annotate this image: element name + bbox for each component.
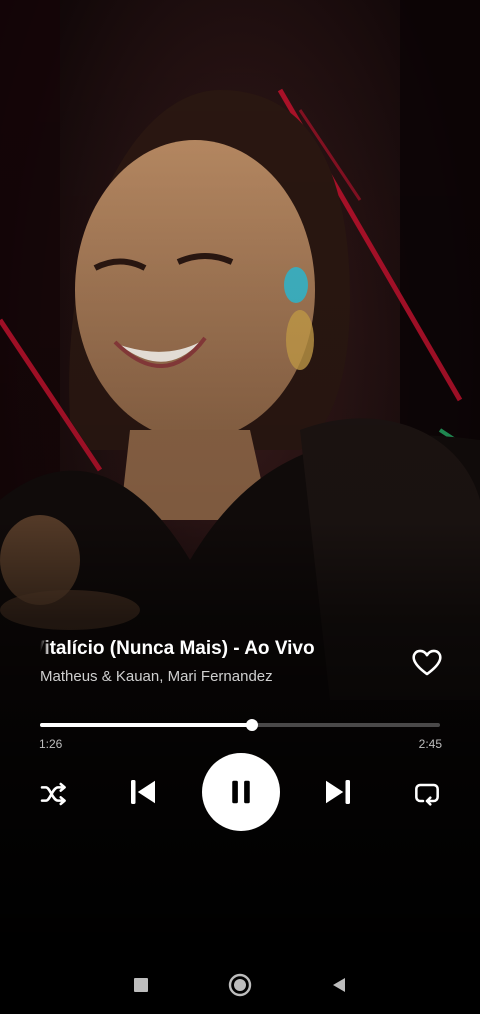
skip-previous-icon: [131, 780, 155, 804]
triangle-back-icon: [333, 978, 345, 992]
pause-icon: [232, 780, 250, 804]
bottom-gradient-overlay: [0, 0, 480, 1014]
previous-button[interactable]: [123, 772, 163, 812]
track-title-text: Vitalício (Nunca Mais) - Ao Vivo: [40, 638, 315, 659]
circle-icon: [228, 973, 252, 997]
like-button[interactable]: [410, 645, 444, 679]
shuffle-button[interactable]: [36, 776, 72, 812]
total-duration: 2:45: [418, 737, 442, 751]
skip-next-icon: [326, 780, 350, 804]
shuffle-icon: [40, 782, 66, 806]
elapsed-time: 1:26: [39, 737, 63, 751]
seek-bar-progress: [40, 723, 252, 727]
repeat-icon: [415, 783, 439, 806]
next-button[interactable]: [318, 772, 358, 812]
recents-button[interactable]: [126, 970, 156, 1000]
square-icon: [134, 978, 148, 992]
now-playing-screen: Vitalício (Nunca Mais) - Ao Vivo Matheus…: [0, 0, 480, 1014]
heart-outline-icon: [412, 649, 442, 676]
seek-bar[interactable]: [40, 719, 440, 731]
system-navigation-bar: [0, 955, 480, 1014]
home-button[interactable]: [225, 970, 255, 1000]
track-artists[interactable]: Matheus & Kauan, Mari Fernandez: [40, 668, 390, 685]
track-title: Vitalício (Nunca Mais) - Ao Vivo: [40, 638, 390, 660]
play-pause-button[interactable]: [202, 753, 280, 831]
back-button[interactable]: [324, 970, 354, 1000]
seek-bar-thumb[interactable]: [246, 719, 258, 731]
repeat-button[interactable]: [408, 775, 446, 811]
